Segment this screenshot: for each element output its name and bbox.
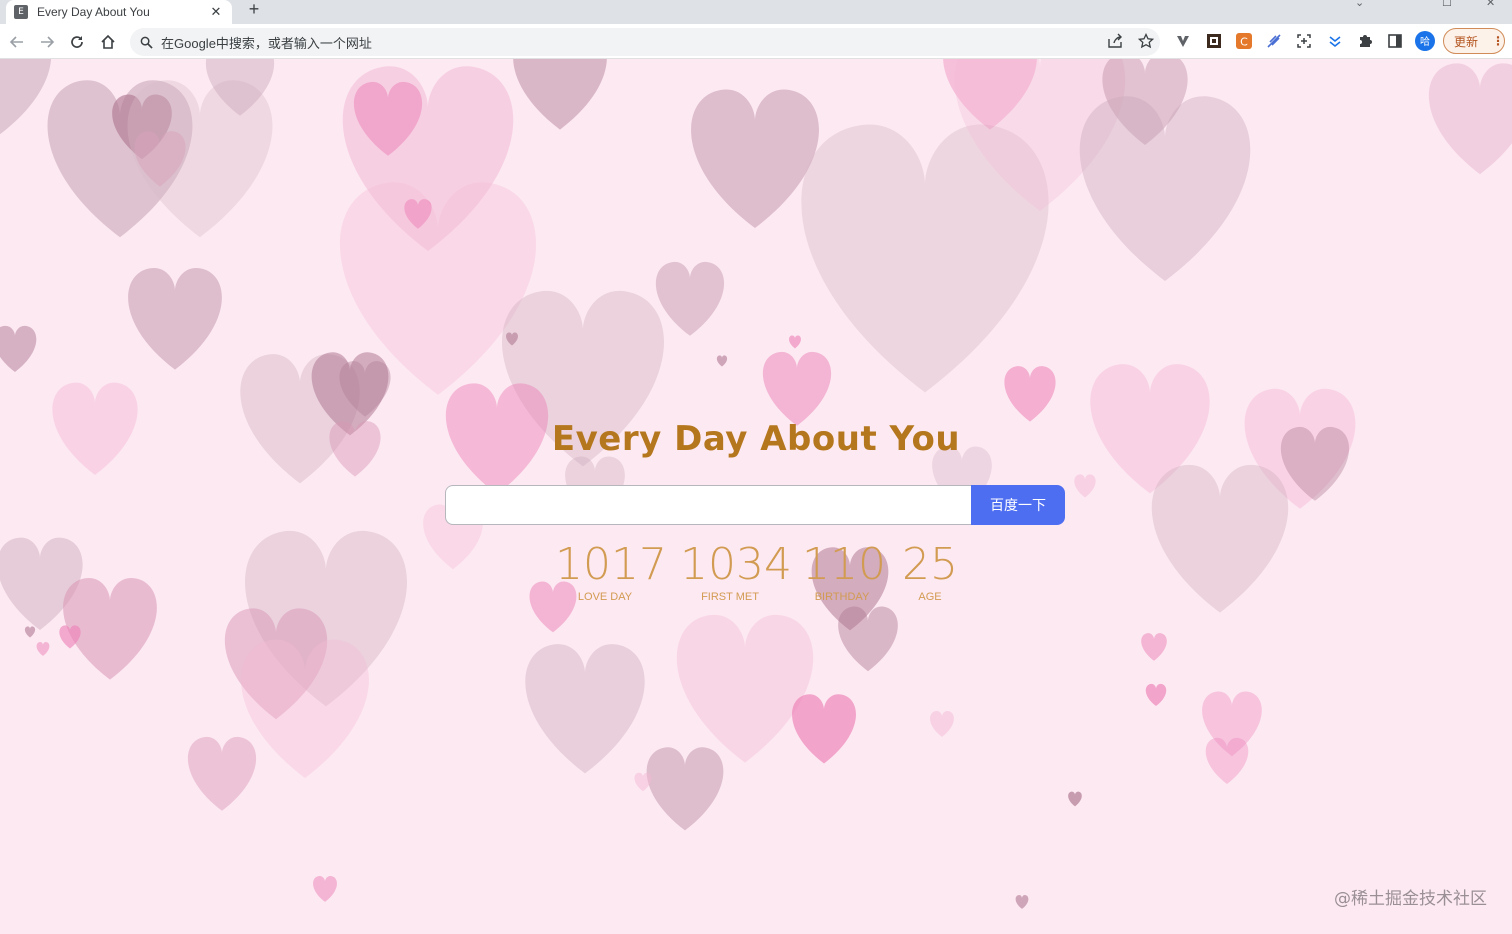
reload-icon <box>71 36 83 48</box>
heart-decoration <box>128 268 222 370</box>
star-icon <box>1138 33 1154 49</box>
favicon-icon: E <box>14 5 28 19</box>
bookmark-button[interactable] <box>1135 30 1157 52</box>
watermark: @稀土掘金技术社区 <box>1334 889 1487 909</box>
arrow-left-icon <box>9 36 23 48</box>
counter-birthday: 110 BIRTHDAY <box>802 537 886 603</box>
window-close-icon[interactable]: ✕ <box>1486 0 1495 9</box>
heart-decoration <box>1004 366 1056 422</box>
browser-toolbar: 在Google中搜索，或者输入一个网址 C 哈 更新 ⋮ <box>0 24 1512 59</box>
side-panel-icon <box>1388 34 1402 48</box>
puzzle-icon <box>1360 35 1372 47</box>
extension-v-icon[interactable] <box>1173 31 1193 51</box>
heart-decoration <box>36 642 50 656</box>
heart-decoration <box>655 261 725 336</box>
counter-value: 1034 <box>680 539 792 590</box>
heart-decoration <box>634 772 652 792</box>
heart-decoration <box>930 711 954 737</box>
heart-decoration <box>513 59 607 130</box>
heart-decoration <box>1141 633 1167 661</box>
home-icon <box>101 34 115 49</box>
heart-decoration <box>762 351 832 426</box>
counter-value: 25 <box>902 539 958 590</box>
page-title: Every Day About You <box>551 419 961 459</box>
heart-decoration <box>1068 791 1082 807</box>
address-bar[interactable]: 在Google中搜索，或者输入一个网址 <box>130 28 1160 56</box>
heart-decoration <box>1015 895 1029 909</box>
counter-value: 110 <box>802 539 886 590</box>
side-panel-button[interactable] <box>1385 31 1405 51</box>
search-input[interactable] <box>445 485 971 525</box>
forward-button[interactable] <box>35 30 59 54</box>
counter-love-day: 1017 LOVE DAY <box>555 537 667 603</box>
heart-decoration <box>789 335 801 349</box>
counter-age: 25 AGE <box>900 537 960 603</box>
share-icon <box>1108 33 1122 48</box>
extension-square-icon[interactable] <box>1204 31 1224 51</box>
tab-close-icon[interactable]: ✕ <box>208 4 224 20</box>
heart-decoration <box>0 59 51 135</box>
tab-strip: E Every Day About You ✕ + ⌄ ☐ ✕ <box>0 0 1512 24</box>
restore-icon[interactable]: ☐ <box>1442 0 1452 9</box>
tab-title: Every Day About You <box>37 5 150 19</box>
heart-decoration <box>1151 464 1289 613</box>
heart-decoration <box>792 694 856 764</box>
extension-c-icon[interactable]: C <box>1234 31 1254 51</box>
counter-first-met: 1034 FIRST MET <box>680 537 792 603</box>
heart-decoration <box>676 614 814 763</box>
heart-decoration <box>52 382 138 475</box>
heart-decoration <box>0 325 37 372</box>
page-content: Every Day About You 百度一下 1017 LOVE DAY 1… <box>0 59 1512 934</box>
extension-feather-icon[interactable] <box>1264 31 1284 51</box>
search-icon <box>140 36 153 49</box>
minimize-icon[interactable]: ⌄ <box>1355 0 1364 9</box>
heart-decoration <box>1074 474 1096 498</box>
extensions-button[interactable] <box>1355 31 1375 51</box>
share-button[interactable] <box>1104 30 1126 52</box>
svg-text:C: C <box>1240 36 1248 49</box>
browser-tab[interactable]: E Every Day About You ✕ <box>6 0 232 24</box>
search-form: 百度一下 <box>445 485 1065 525</box>
heart-decoration <box>838 606 898 672</box>
counters: 1017 LOVE DAY 1034 FIRST MET 110 BIRTHDA… <box>545 537 965 607</box>
heart-decoration <box>525 644 645 774</box>
extension-chevrons-icon[interactable] <box>1325 31 1345 51</box>
update-label: 更新 <box>1454 34 1479 49</box>
search-button[interactable]: 百度一下 <box>971 485 1065 525</box>
address-text: 在Google中搜索，或者输入一个网址 <box>161 35 372 51</box>
heart-decoration <box>24 626 36 638</box>
heart-decoration <box>646 747 724 831</box>
heart-decoration <box>716 355 728 367</box>
arrow-right-icon <box>41 36 55 48</box>
update-button[interactable]: 更新 ⋮ <box>1443 28 1505 54</box>
kebab-menu-icon[interactable]: ⋮ <box>1492 34 1504 48</box>
back-button[interactable] <box>5 30 29 54</box>
heart-decoration <box>187 736 257 811</box>
counter-value: 1017 <box>555 539 667 590</box>
extension-capture-icon[interactable] <box>1294 31 1314 51</box>
profile-avatar[interactable]: 哈 <box>1415 31 1435 51</box>
new-tab-button[interactable]: + <box>244 0 264 20</box>
heart-decoration <box>1428 63 1512 175</box>
avatar-letter: 哈 <box>1420 35 1430 48</box>
heart-decoration <box>1145 683 1167 707</box>
heart-decoration <box>313 876 337 902</box>
home-button[interactable] <box>96 30 120 54</box>
heart-decoration <box>691 89 819 228</box>
reload-button[interactable] <box>65 30 89 54</box>
